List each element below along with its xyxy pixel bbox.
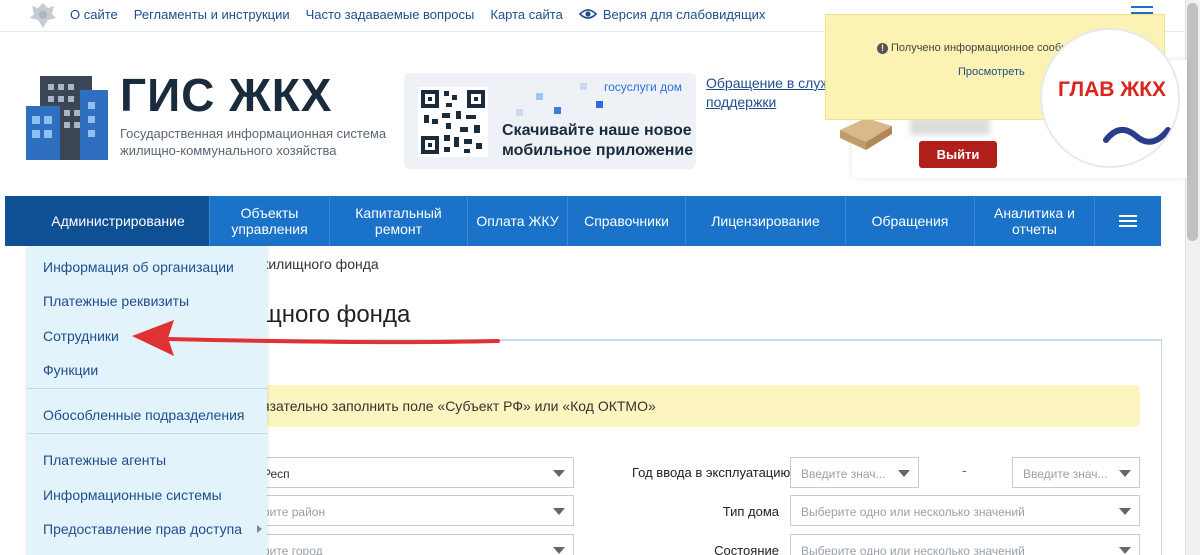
menu-item-org-info[interactable]: Информация об организации — [43, 259, 234, 275]
nav-administration[interactable]: Администрирование — [5, 196, 210, 246]
chevron-down-icon — [553, 547, 565, 554]
scrollbar-thumb[interactable] — [1187, 3, 1198, 241]
region-select[interactable]: Респ — [252, 457, 574, 488]
qr-code-icon — [418, 87, 488, 157]
glav-zhkh-watermark: ГЛАВ ЖКХ — [1040, 28, 1180, 168]
nav-appeals[interactable]: Обращения — [846, 196, 975, 246]
gosuslugi-brand: госуслуги дом — [604, 80, 682, 94]
nav-analytics[interactable]: Аналитика и отчеты — [975, 196, 1095, 246]
house-type-select[interactable]: Выберите одно или несколько значений — [790, 495, 1140, 526]
breadcrumb[interactable]: жилищного фонда — [259, 256, 379, 272]
watermark-text: ГЛАВ ЖКХ — [1057, 78, 1167, 101]
decor-dot — [536, 93, 543, 100]
decor-dot — [516, 109, 523, 116]
top-link-about[interactable]: О сайте — [70, 7, 118, 22]
logo-title[interactable]: ГИС ЖКХ — [120, 68, 332, 122]
menu-item-employees[interactable]: Сотрудники — [43, 328, 119, 344]
top-link-regulations[interactable]: Регламенты и инструкции — [134, 7, 290, 22]
menu-divider — [27, 388, 267, 389]
city-select[interactable]: рите город — [252, 534, 574, 555]
info-icon: ! — [877, 43, 888, 54]
top-link-sitemap[interactable]: Карта сайта — [490, 7, 562, 22]
nav-capital-repair[interactable]: Капитальный ремонт — [330, 196, 468, 246]
notification-view-link[interactable]: Просмотреть — [958, 66, 1025, 78]
chevron-down-icon — [553, 508, 565, 515]
top-link-faq[interactable]: Часто задаваемые вопросы — [306, 7, 475, 22]
nav-directories[interactable]: Справочники — [568, 196, 686, 246]
decor-dot — [580, 83, 587, 90]
accessibility-link[interactable]: Версия для слабовидящих — [578, 7, 782, 22]
mobile-app-promo[interactable]: госуслуги дом Скачивайте наше новое моби… — [404, 73, 696, 169]
menu-item-access-rights[interactable]: Предоставление прав доступа — [43, 521, 242, 537]
year-label: Год ввода в эксплуатацию — [632, 465, 791, 480]
chevron-right-icon — [257, 525, 262, 533]
decor-dot — [596, 101, 603, 108]
chevron-down-icon — [898, 470, 910, 477]
top-links: О сайте Регламенты и инструкции Часто за… — [70, 7, 797, 22]
eye-icon — [578, 9, 597, 19]
chevron-down-icon — [1119, 508, 1131, 515]
menu-item-info-systems[interactable]: Информационные системы — [43, 487, 222, 503]
district-select[interactable]: рите район — [252, 495, 574, 526]
state-select[interactable]: Выберите одно или несколько значений — [790, 534, 1140, 555]
red-arrow-annotation — [132, 320, 500, 356]
year-from-select[interactable]: Введите знач... — [790, 457, 919, 488]
administration-dropdown: Информация об организации Платежные рекв… — [27, 246, 267, 555]
gis-logo-building-icon — [26, 76, 108, 160]
chevron-down-icon — [1119, 547, 1131, 554]
promo-text: Скачивайте наше новое мобильное приложен… — [502, 122, 694, 159]
decor-dot — [554, 107, 561, 114]
nav-management-objects[interactable]: Объекты управления — [210, 196, 330, 246]
chevron-down-icon — [553, 470, 565, 477]
warning-message: язательно заполнить поле «Субъект РФ» ил… — [252, 385, 1140, 427]
logo-subtitle: Государственная информационная система ж… — [120, 126, 387, 158]
nav-payment[interactable]: Оплата ЖКУ — [468, 196, 568, 246]
coat-of-arms-icon — [30, 3, 56, 28]
logout-button[interactable]: Выйти — [919, 141, 997, 168]
main-nav: Администрирование Объекты управления Кап… — [5, 196, 1161, 246]
year-to-select[interactable]: Введите знач... — [1012, 457, 1140, 488]
state-label: Состояние — [714, 543, 779, 555]
menu-item-payment-agents[interactable]: Платежные агенты — [43, 452, 166, 468]
house-type-label: Тип дома — [722, 504, 779, 519]
menu-item-subdivisions[interactable]: Обособленные подразделения — [43, 407, 245, 423]
menu-item-payment-details[interactable]: Платежные реквизиты — [43, 293, 189, 309]
menu-item-functions[interactable]: Функции — [43, 362, 98, 378]
year-range-separator: - — [962, 462, 967, 478]
nav-licensing[interactable]: Лицензирование — [686, 196, 846, 246]
nav-more-menu-icon[interactable] — [1095, 196, 1161, 246]
menu-divider — [27, 433, 267, 434]
accessibility-label: Версия для слабовидящих — [602, 7, 766, 22]
watermark-wave-icon — [1103, 127, 1171, 145]
chevron-down-icon — [1119, 470, 1131, 477]
